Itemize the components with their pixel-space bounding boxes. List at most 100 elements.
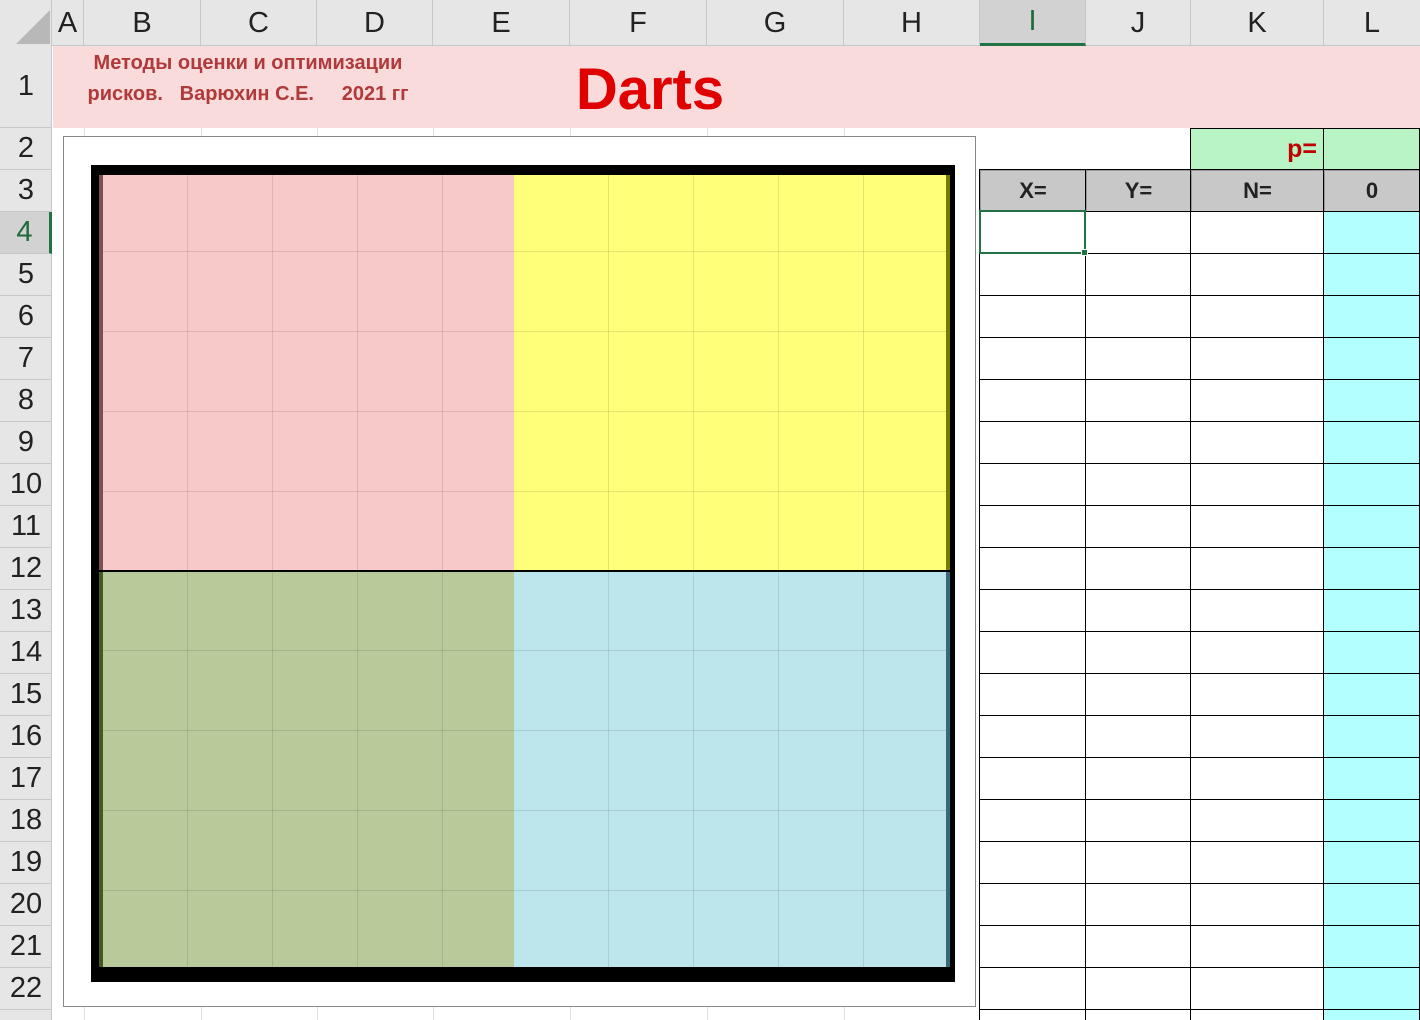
column-header-l[interactable]: L [1324, 0, 1420, 46]
header-zero[interactable]: 0 [1324, 170, 1420, 212]
results-column-l[interactable] [1323, 212, 1420, 1020]
subtitle-line-1: Методы оценки и оптимизации [93, 52, 403, 74]
table-border [979, 925, 1420, 926]
quadrant-gridline [103, 730, 517, 731]
table-border [979, 715, 1420, 716]
table-border [1190, 128, 1191, 1020]
row-header-1[interactable]: 1 [0, 46, 52, 128]
row-header-16[interactable]: 16 [0, 716, 52, 758]
p-label-cell[interactable]: p= [1190, 128, 1323, 170]
quadrant-gridline [442, 175, 443, 570]
table-border [979, 505, 1420, 506]
quadrant-gridline [778, 572, 779, 967]
column-header-i[interactable]: I [980, 0, 1086, 46]
quadrant-gridline [103, 331, 517, 332]
quadrant-gridline [778, 175, 779, 570]
row-header-14[interactable]: 14 [0, 632, 52, 674]
quadrant-gridline [103, 650, 517, 651]
quadrant-gridline [608, 572, 609, 967]
column-header-j[interactable]: J [1086, 0, 1191, 46]
table-border [979, 757, 1420, 758]
row-header-10[interactable]: 10 [0, 464, 52, 506]
quadrant-gridline [357, 175, 358, 570]
header-y[interactable]: Y= [1086, 170, 1191, 212]
column-header-d[interactable]: D [317, 0, 433, 46]
row-header-2[interactable]: 2 [0, 128, 52, 170]
quadrant-gridline [103, 890, 517, 891]
header-x[interactable]: X= [980, 170, 1086, 212]
darts-board[interactable] [91, 165, 955, 982]
table-border [979, 673, 1420, 674]
quadrant-top-right[interactable] [514, 175, 950, 570]
quadrant-gridline [514, 411, 946, 412]
quadrant-gridline [863, 572, 864, 967]
column-header-h[interactable]: H [844, 0, 980, 46]
table-border [979, 170, 980, 1020]
fill-handle[interactable] [1081, 249, 1088, 256]
row-header-3[interactable]: 3 [0, 170, 52, 212]
column-header-k[interactable]: K [1191, 0, 1324, 46]
row-header-4[interactable]: 4 [0, 212, 52, 254]
row-header-21[interactable]: 21 [0, 926, 52, 968]
quadrant-gridline [693, 572, 694, 967]
table-border [979, 169, 1420, 170]
row-header-11[interactable]: 11 [0, 506, 52, 548]
row-header-18[interactable]: 18 [0, 800, 52, 842]
quadrant-bottom-right[interactable] [514, 572, 950, 967]
column-header-e[interactable]: E [433, 0, 570, 46]
table-border [979, 463, 1420, 464]
table-border [979, 967, 1420, 968]
quadrant-gridline [187, 175, 188, 570]
row-header-19[interactable]: 19 [0, 842, 52, 884]
row-header-5[interactable]: 5 [0, 254, 52, 296]
quadrant-bottom-left[interactable] [99, 572, 517, 967]
quadrant-gridline [863, 175, 864, 570]
quadrant-top-left[interactable] [99, 175, 517, 570]
quadrant-gridline [103, 491, 517, 492]
table-border [979, 379, 1420, 380]
row-header-20[interactable]: 20 [0, 884, 52, 926]
table-border [979, 883, 1420, 884]
quadrant-gridline [693, 175, 694, 570]
table-border [979, 421, 1420, 422]
row-header-15[interactable]: 15 [0, 674, 52, 716]
quadrant-gridline [103, 810, 517, 811]
row-header-8[interactable]: 8 [0, 380, 52, 422]
quadrant-gridline [272, 175, 273, 570]
p-value-cell[interactable] [1323, 128, 1420, 170]
table-border [979, 589, 1420, 590]
quadrant-gridline [357, 572, 358, 967]
table-border [979, 1009, 1420, 1010]
quadrant-gridline [442, 572, 443, 967]
column-header-a[interactable]: A [52, 0, 84, 46]
quadrant-gridline [514, 650, 946, 651]
select-all-triangle-icon [16, 10, 50, 44]
quadrant-gridline [514, 730, 946, 731]
row-header-9[interactable]: 9 [0, 422, 52, 464]
row-header-13[interactable]: 13 [0, 590, 52, 632]
table-border [979, 841, 1420, 842]
table-border [979, 631, 1420, 632]
quadrant-gridline [514, 331, 946, 332]
table-border [979, 295, 1420, 296]
course-subtitle: Методы оценки и оптимизации рисков. Варю… [78, 48, 418, 110]
table-border [979, 547, 1420, 548]
row-header-6[interactable]: 6 [0, 296, 52, 338]
quadrant-gridline [103, 251, 517, 252]
column-header-b[interactable]: B [84, 0, 201, 46]
row-header-22[interactable]: 22 [0, 968, 52, 1010]
column-header-f[interactable]: F [570, 0, 707, 46]
column-header-c[interactable]: C [201, 0, 317, 46]
table-border [1085, 170, 1086, 1020]
table-border [1190, 128, 1420, 129]
row-header-7[interactable]: 7 [0, 338, 52, 380]
quadrant-gridline [514, 810, 946, 811]
table-border [979, 337, 1420, 338]
quadrant-gridline [272, 572, 273, 967]
quadrant-gridline [514, 251, 946, 252]
row-header-17[interactable]: 17 [0, 758, 52, 800]
header-n[interactable]: N= [1191, 170, 1324, 212]
column-header-g[interactable]: G [707, 0, 844, 46]
active-cell-i4[interactable] [979, 210, 1086, 254]
row-header-12[interactable]: 12 [0, 548, 52, 590]
